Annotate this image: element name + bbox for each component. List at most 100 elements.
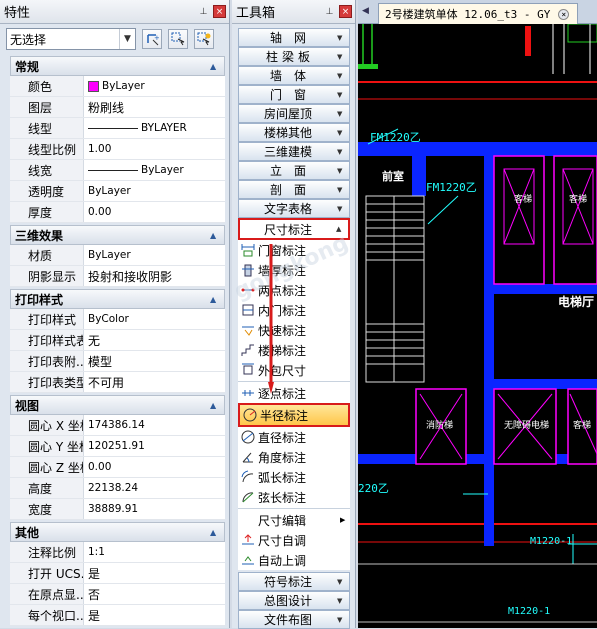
property-value[interactable]: 22138.24 xyxy=(84,478,225,498)
property-row[interactable]: 线宽 ByLayer xyxy=(10,160,225,181)
toolbox-menu-item[interactable]: 文件布图 ▼ xyxy=(238,610,350,629)
property-value[interactable]: ByLayer xyxy=(84,181,225,201)
tab-scroll-left-icon[interactable]: ◀ xyxy=(362,6,369,16)
property-value[interactable]: 无 xyxy=(84,330,225,350)
property-value[interactable]: 模型 xyxy=(84,351,225,371)
expand-arrow-icon: ▼ xyxy=(337,147,343,156)
toolbox-menu-item[interactable]: 立面 ▼ xyxy=(238,161,350,180)
property-value[interactable]: 不可用 xyxy=(84,372,225,392)
property-row[interactable]: 打印表附... 模型 xyxy=(10,351,225,372)
room-label: 无障碍电梯 xyxy=(504,419,549,431)
elevator-shaft xyxy=(493,155,545,285)
property-row[interactable]: 颜色 ByLayer xyxy=(10,76,225,97)
toolbox-menu-item[interactable]: 剖面 ▼ xyxy=(238,180,350,199)
pin-icon[interactable]: ⊥ xyxy=(323,5,336,18)
toolbox-submenu-item[interactable]: 自动上调 xyxy=(238,550,350,570)
property-value[interactable]: 120251.91 xyxy=(84,436,225,456)
property-value[interactable]: 是 xyxy=(84,563,225,583)
property-value[interactable]: 0.00 xyxy=(84,202,225,222)
toolbox-submenu-item[interactable]: 弧长标注 xyxy=(238,467,350,487)
toolbox-submenu-item[interactable]: 快速标注 xyxy=(238,320,350,340)
property-value[interactable]: 1:1 xyxy=(84,542,225,562)
toolbox-submenu-item[interactable]: 楼梯标注 xyxy=(238,340,350,360)
toolbox-submenu-item[interactable]: 内门标注 xyxy=(238,300,350,320)
toolbox-submenu-item[interactable]: 尺寸编辑 ▶ xyxy=(238,510,350,530)
toolbox-submenu-item[interactable]: 逐点标注 xyxy=(238,383,350,403)
property-row[interactable]: 打开 UCS...是 xyxy=(10,563,225,584)
property-row[interactable]: 厚度 0.00 xyxy=(10,202,225,223)
selection-dropdown[interactable]: 无选择 ▼ xyxy=(6,28,136,50)
pin-icon[interactable]: ⊥ xyxy=(197,5,210,18)
property-value[interactable]: 是 xyxy=(84,605,225,625)
property-value[interactable]: 0.00 xyxy=(84,457,225,477)
toolbox-submenu-item[interactable]: 半径标注 xyxy=(238,403,350,427)
tab-close-icon[interactable]: × xyxy=(558,8,570,20)
property-row[interactable]: 图层 粉刷线 xyxy=(10,97,225,118)
quick-select-icon[interactable] xyxy=(194,29,214,49)
property-row[interactable]: 在原点显... 否 xyxy=(10,584,225,605)
section-header[interactable]: 常规 ▲ xyxy=(10,56,225,76)
property-value[interactable]: 1.00 xyxy=(84,139,225,159)
property-row[interactable]: 线型 BYLAYER xyxy=(10,118,225,139)
menu-separator xyxy=(238,508,350,509)
property-row[interactable]: 打印表类型 不可用 xyxy=(10,372,225,393)
section-header[interactable]: 三维效果 ▲ xyxy=(10,225,225,245)
select-objects-icon[interactable] xyxy=(168,29,188,49)
section-header[interactable]: 打印样式 ▲ xyxy=(10,289,225,309)
toolbox-submenu-item[interactable]: 尺寸自调 xyxy=(238,530,350,550)
property-row[interactable]: 圆心 Y 坐标120251.91 xyxy=(10,436,225,457)
section-header[interactable]: 其他 ▲ xyxy=(10,522,225,542)
cad-canvas[interactable]: FM1220乙 FM1220乙 前室 电梯厅 客梯 客梯 消防梯 无障碍电梯 客… xyxy=(358,24,597,628)
close-icon[interactable]: × xyxy=(339,5,352,18)
property-value[interactable]: ByLayer xyxy=(84,160,225,180)
property-row[interactable]: 打印样式 ByColor xyxy=(10,309,225,330)
toolbox-menu-item[interactable]: 轴网 ▼ xyxy=(238,28,350,47)
toolbox-menu-item[interactable]: 总图设计 ▼ xyxy=(238,591,350,610)
collapse-icon[interactable]: ▲ xyxy=(210,528,224,537)
property-row[interactable]: 透明度 ByLayer xyxy=(10,181,225,202)
arc-length-dim-icon xyxy=(240,469,256,485)
property-row[interactable]: 圆心 X 坐标174386.14 xyxy=(10,415,225,436)
toolbox-menu-item[interactable]: 符号标注 ▼ xyxy=(238,572,350,591)
collapse-icon[interactable]: ▲ xyxy=(210,62,224,71)
toolbox-menu-item[interactable]: 文字表格 ▼ xyxy=(238,199,350,218)
property-value[interactable]: 粉刷线 xyxy=(84,97,225,117)
property-key: 线宽 xyxy=(10,160,84,180)
property-value[interactable]: BYLAYER xyxy=(84,118,225,138)
toolbox-submenu-item[interactable]: 弦长标注 xyxy=(238,487,350,507)
property-row[interactable]: 阴影显示 投射和接收阴影 xyxy=(10,266,225,287)
property-row[interactable]: 打印样式表无 xyxy=(10,330,225,351)
collapse-icon[interactable]: ▲ xyxy=(210,295,224,304)
close-icon[interactable]: × xyxy=(213,5,226,18)
toolbox-menu-item[interactable]: 门窗 ▼ xyxy=(238,85,350,104)
toolbox-menu-item[interactable]: 墙体 ▼ xyxy=(238,66,350,85)
toolbox-menu-item[interactable]: 三维建模 ▼ xyxy=(238,142,350,161)
property-row[interactable]: 线型比例 1.00 xyxy=(10,139,225,160)
property-row[interactable]: 圆心 Z 坐标0.00 xyxy=(10,457,225,478)
property-value[interactable]: ByLayer xyxy=(84,76,225,96)
toolbox-submenu-item[interactable]: 角度标注 xyxy=(238,447,350,467)
toolbox-menu-item[interactable]: 柱梁板 ▼ xyxy=(238,47,350,66)
toolbox-submenu-item[interactable]: 直径标注 xyxy=(238,427,350,447)
document-tab[interactable]: 2号楼建筑单体 12.06_t3 - GY × xyxy=(378,3,578,24)
property-value[interactable]: 38889.91 xyxy=(84,499,225,519)
toolbox-menu-item[interactable]: 楼梯其他 ▼ xyxy=(238,123,350,142)
section-header[interactable]: 视图 ▲ xyxy=(10,395,225,415)
toolbox-menu-item[interactable]: 房间屋顶 ▼ xyxy=(238,104,350,123)
add-selection-icon[interactable]: + xyxy=(142,29,162,49)
property-row[interactable]: 注释比例 1:1 xyxy=(10,542,225,563)
property-value[interactable]: 投射和接收阴影 xyxy=(84,266,225,286)
property-row[interactable]: 材质 ByLayer xyxy=(10,245,225,266)
property-row[interactable]: 高度 22138.24 xyxy=(10,478,225,499)
property-value[interactable]: ByColor xyxy=(84,309,225,329)
collapse-icon[interactable]: ▲ xyxy=(210,231,224,240)
property-row[interactable]: 宽度 38889.91 xyxy=(10,499,225,520)
property-value[interactable]: 174386.14 xyxy=(84,415,225,435)
property-value[interactable]: 否 xyxy=(84,584,225,604)
property-value[interactable]: ByLayer xyxy=(84,245,225,265)
toolbox-submenu-item[interactable]: 外包尺寸 xyxy=(238,360,350,380)
auto-adjust-icon xyxy=(240,532,256,548)
properties-title-bar: 特性 ⊥ × xyxy=(0,0,229,24)
collapse-icon[interactable]: ▲ xyxy=(210,401,224,410)
property-row[interactable]: 每个视口... 是 xyxy=(10,605,225,626)
